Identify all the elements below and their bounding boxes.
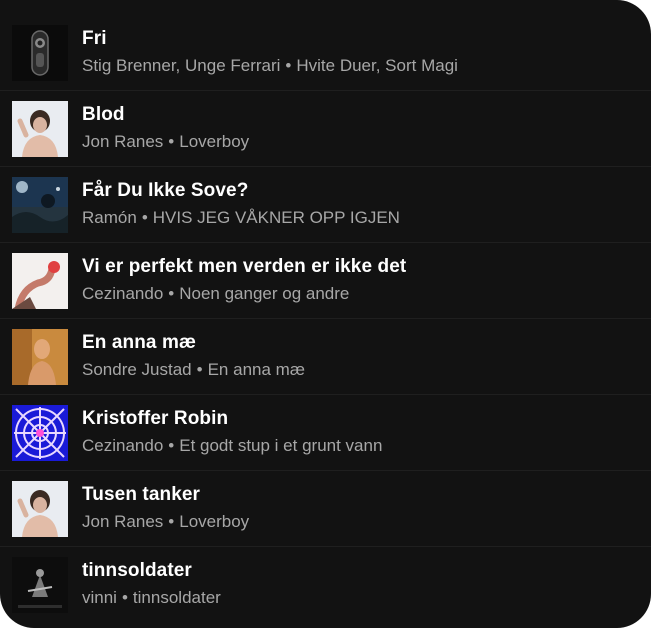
track-artist[interactable]: Cezinando [82,284,163,303]
shirtless-man-cover-icon [12,101,68,157]
track-row[interactable]: Kristoffer Robin Cezinando • Et godt stup … [0,395,651,471]
separator-dot: • [285,56,292,75]
track-subtitle: Jon Ranes • Loverboy [82,132,249,152]
track-subtitle: Cezinando • Et godt stup i et grunt vann [82,436,382,456]
track-album[interactable]: Et godt stup i et grunt vann [179,436,382,455]
track-subtitle: Ramón • HVIS JEG VÅKNER OPP IGJEN [82,208,400,228]
track-title[interactable]: Kristoffer Robin [82,408,228,430]
track-list: Fri Stig Brenner, Unge Ferrari • Hvite Due… [0,15,651,623]
track-artist[interactable]: Stig Brenner, Unge Ferrari [82,56,280,75]
track-subtitle: Stig Brenner, Unge Ferrari • Hvite Duer, S… [82,56,458,76]
track-subtitle: Cezinando • Noen ganger og andre [82,284,349,304]
track-artist[interactable]: Ramón [82,208,137,227]
separator-dot: • [168,436,175,455]
separator-dot: • [196,360,203,379]
track-row[interactable]: Tusen tanker Jon Ranes • Loverboy [0,471,651,547]
orange-portrait-cover-icon [12,329,68,385]
track-title[interactable]: Tusen tanker [82,484,200,506]
separator-dot: • [168,512,175,531]
track-subtitle: vinni • tinnsoldater [82,588,221,608]
spiderweb-cover-icon [12,405,68,461]
track-list-panel: Fri Stig Brenner, Unge Ferrari • Hvite Due… [0,0,651,628]
track-title[interactable]: En anna mæ [82,332,196,354]
track-title[interactable]: Fri [82,28,107,50]
separator-dot: • [168,284,175,303]
track-artist[interactable]: vinni [82,588,117,607]
separator-dot: • [168,132,175,151]
track-artist[interactable]: Sondre Justad [82,360,192,379]
track-artist[interactable]: Jon Ranes [82,512,163,531]
track-row[interactable]: Blod Jon Ranes • Loverboy [0,91,651,167]
track-row[interactable]: En anna mæ Sondre Justad • En anna mæ [0,319,651,395]
track-subtitle: Sondre Justad • En anna mæ [82,360,305,380]
track-title[interactable]: Blod [82,104,125,126]
track-artist[interactable]: Jon Ranes [82,132,163,151]
track-row[interactable]: Får Du Ikke Sove? Ramón • HVIS JEG VÅKNER … [0,167,651,243]
track-album[interactable]: tinnsoldater [133,588,221,607]
night-sky-cover-icon [12,177,68,233]
separator-dot: • [121,588,128,607]
track-title[interactable]: tinnsoldater [82,560,192,582]
track-album[interactable]: En anna mæ [208,360,305,379]
track-artist[interactable]: Cezinando [82,436,163,455]
track-title[interactable]: Vi er perfekt men verden er ikke det [82,256,406,278]
track-album[interactable]: Loverboy [179,512,249,531]
track-album[interactable]: Loverboy [179,132,249,151]
shirtless-man-cover-icon [12,481,68,537]
toy-soldier-cover-icon [12,557,68,613]
track-row[interactable]: tinnsoldater vinni • tinnsoldater [0,547,651,623]
track-row[interactable]: Fri Stig Brenner, Unge Ferrari • Hvite Due… [0,15,651,91]
red-gesture-cover-icon [12,253,68,309]
separator-dot: • [141,208,148,227]
track-album[interactable]: Hvite Duer, Sort Magi [296,56,458,75]
track-album[interactable]: Noen ganger og andre [179,284,349,303]
dark-mask-cover-icon [12,25,68,81]
track-row[interactable]: Vi er perfekt men verden er ikke det Cez… [0,243,651,319]
track-title[interactable]: Får Du Ikke Sove? [82,180,248,202]
track-album[interactable]: HVIS JEG VÅKNER OPP IGJEN [153,208,400,227]
track-subtitle: Jon Ranes • Loverboy [82,512,249,532]
